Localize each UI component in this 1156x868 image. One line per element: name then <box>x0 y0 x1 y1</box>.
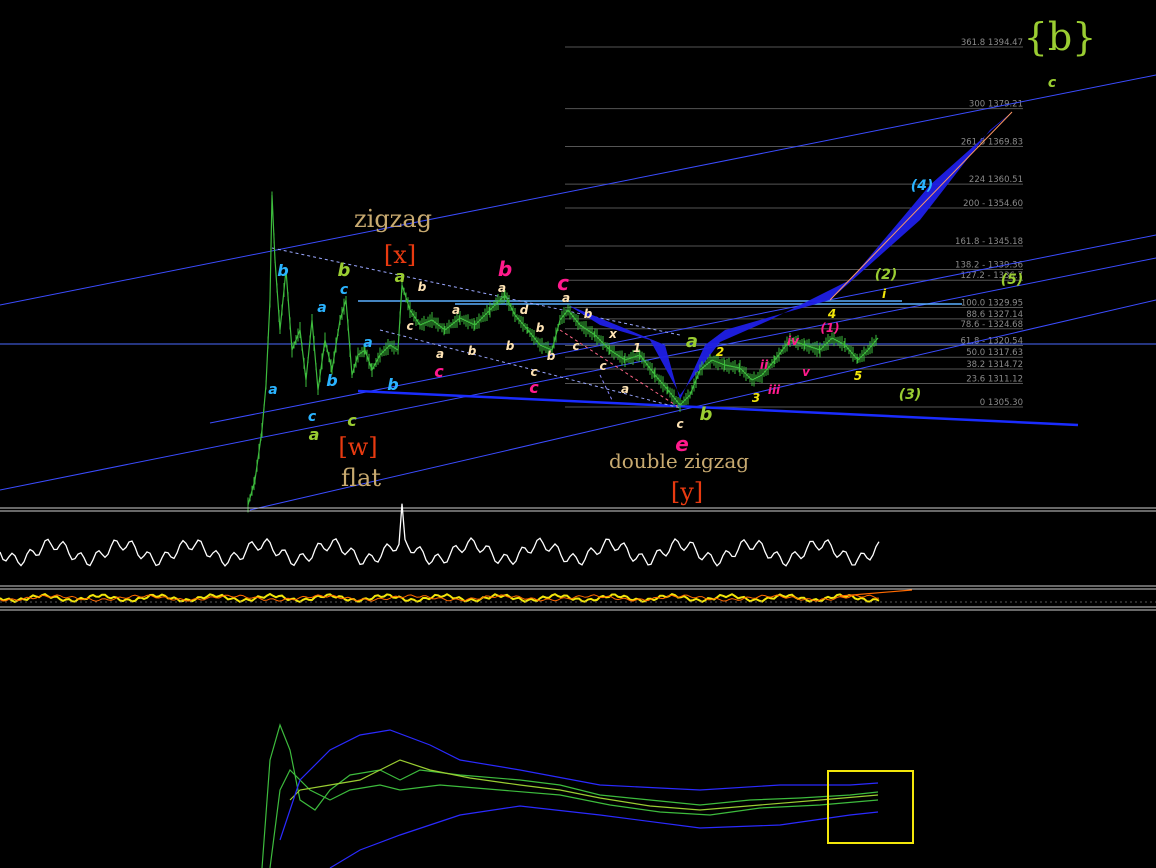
fib-label: 88.6 1327.14 <box>966 310 1023 320</box>
fib-label: 161.8 - 1345.18 <box>955 237 1023 247</box>
wave-label: b <box>338 260 351 281</box>
wave-label: 2 <box>716 345 724 359</box>
wave-label: 3 <box>752 391 760 405</box>
wave-label: a <box>621 382 629 396</box>
wave-label: b <box>536 321 545 335</box>
wave-label: 4 <box>827 307 836 321</box>
wave-label: b <box>498 257 512 281</box>
wave-label: iv <box>787 334 800 348</box>
big-wave-label: {b} <box>1024 15 1097 59</box>
bracket-label-y: [y] <box>671 478 703 506</box>
fib-label: 38.2 1314.72 <box>966 360 1023 370</box>
wave-label: a <box>309 425 320 444</box>
wave-label: b <box>700 404 713 425</box>
fib-label: 300 1379.21 <box>969 100 1023 110</box>
fib-label: 100.0 1329.95 <box>961 298 1023 308</box>
wave-label: c <box>572 339 579 353</box>
wave-label: c <box>530 365 537 379</box>
fib-label: 78.6 - 1324.68 <box>960 320 1023 330</box>
wave-label: b <box>584 307 593 321</box>
fib-label: 23.6 1311.12 <box>966 375 1023 385</box>
wave-label: c <box>599 359 606 373</box>
pattern-label-zigzag: zigzag <box>354 205 432 233</box>
wave-label: a <box>436 347 444 361</box>
wave-label: (1) <box>820 321 839 335</box>
wave-label: d <box>520 303 529 317</box>
wave-label: a <box>317 300 326 316</box>
wave-label: v <box>802 365 811 379</box>
bracket-label-x: [x] <box>384 241 416 269</box>
fib-label: 200 - 1354.60 <box>963 199 1023 209</box>
wave-label: a <box>452 303 460 317</box>
wave-label: a <box>395 267 406 286</box>
fib-label: 261.8 1369.83 <box>961 137 1023 147</box>
wave-label: c <box>676 417 683 431</box>
wave-label: 5 <box>854 369 862 383</box>
wave-label: 1 <box>633 341 641 355</box>
wave-label: a <box>268 382 277 398</box>
fib-label: 0 1305.30 <box>980 398 1023 408</box>
wave-label: c <box>406 319 413 333</box>
wave-label: x <box>608 327 618 341</box>
wave-label: (4) <box>911 178 934 194</box>
wave-label: e <box>675 432 689 456</box>
wave-label: a <box>498 281 506 295</box>
wave-label: (2) <box>875 267 898 283</box>
wave-label: a <box>363 335 372 351</box>
wave-label: c <box>308 409 317 425</box>
wave-label: (3) <box>899 387 922 403</box>
pattern-label-flat: flat <box>341 464 381 492</box>
bracket-label-w: [w] <box>338 433 377 461</box>
wave-label: c <box>347 411 357 430</box>
wave-label: b <box>277 261 288 280</box>
chart-canvas: 361.8 1394.47 300 1379.21 261.8 1369.83 224… <box>0 0 1156 868</box>
wave-label: b <box>468 344 477 358</box>
wave-label: ii <box>760 358 769 372</box>
wave-label: b <box>387 375 398 394</box>
wave-label: (5) <box>1001 272 1024 288</box>
wave-label: iii <box>768 383 781 397</box>
wave-label: b <box>547 349 556 363</box>
fib-label: 224 1360.51 <box>969 175 1023 185</box>
wave-label: b <box>418 280 427 294</box>
wave-label: c <box>340 282 349 298</box>
wave-label: a <box>686 331 698 352</box>
wave-label: a <box>562 291 570 305</box>
fib-label: 361.8 1394.47 <box>961 38 1023 48</box>
fib-label: 50.0 1317.63 <box>966 348 1023 358</box>
wave-label: b <box>506 339 515 353</box>
wave-label: b <box>326 371 337 390</box>
wave-label: c <box>434 362 444 381</box>
wave-label: c <box>529 378 539 397</box>
wave-label: c <box>1048 75 1057 91</box>
fib-label: 138.2 - 1339.36 <box>955 260 1023 270</box>
